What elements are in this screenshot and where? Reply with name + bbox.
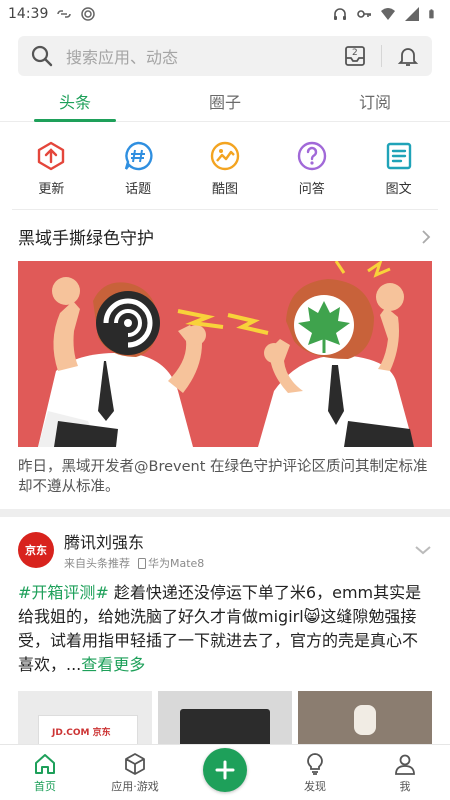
shortcut-update[interactable]: 更新 <box>16 140 86 197</box>
shortcut-article[interactable]: 图文 <box>364 140 434 197</box>
cube-icon <box>125 753 145 775</box>
headset-icon <box>334 8 346 20</box>
nav-label: 应用·游戏 <box>111 780 159 793</box>
post-image-text: JD.COM 京东 <box>52 728 111 738</box>
topic-hash-icon <box>125 141 153 171</box>
post-device-name: 华为Mate8 <box>148 557 205 570</box>
nav-label: 首页 <box>34 780 56 793</box>
publish-button[interactable] <box>203 748 247 792</box>
nav-me[interactable]: 我 <box>360 752 450 800</box>
search-bar[interactable]: 搜索应用、动态 2 <box>18 36 432 76</box>
search-icon <box>31 45 53 67</box>
nav-label: 我 <box>399 780 411 793</box>
plus-icon <box>215 760 235 780</box>
avatar-text: 京东 <box>25 544 47 557</box>
battery-icon <box>429 9 434 19</box>
post-hashtag[interactable]: #开箱评测# <box>18 583 109 602</box>
download-badge: 2 <box>352 48 358 58</box>
status-bar: 14:39 <box>0 0 450 28</box>
nav-discover[interactable]: 发现 <box>270 752 360 800</box>
banner-image[interactable] <box>18 261 432 447</box>
section-divider <box>0 509 450 517</box>
post-source: 来自头条推荐 <box>64 557 130 570</box>
banner-title: 黑域手撕绿色守护 <box>18 229 154 249</box>
tab-subscriptions[interactable]: 订阅 <box>300 80 450 121</box>
home-icon <box>35 754 55 774</box>
article-icon <box>386 142 411 170</box>
update-icon <box>38 141 65 171</box>
tab-circles[interactable]: 圈子 <box>150 80 300 121</box>
shortcut-label: 图文 <box>385 182 412 197</box>
gps-icon <box>81 7 96 21</box>
shortcut-label: 问答 <box>298 182 325 197</box>
banner-illustration <box>18 261 432 447</box>
signal-icon <box>405 7 419 21</box>
phone-icon <box>138 557 146 569</box>
post-device: 华为Mate8 <box>138 555 204 571</box>
question-icon <box>297 141 326 171</box>
search-input[interactable]: 搜索应用、动态 <box>66 44 343 68</box>
read-more-link[interactable]: 查看更多 <box>81 655 145 674</box>
post-body: #开箱评测# 趁着快递还没停运下单了米6，emm其实是给我姐的，给她洗脑了好久才… <box>18 581 432 677</box>
shortcut-row: 更新 话题 酷图 问答 图文 <box>0 122 450 209</box>
tab-headlines[interactable]: 头条 <box>0 80 150 122</box>
download-manager-button[interactable]: 2 <box>343 44 367 68</box>
bell-icon[interactable] <box>396 44 420 68</box>
bottom-nav: 首页 应用·游戏 发现 我 <box>0 744 450 800</box>
feed-post[interactable]: 京东 腾讯刘强东 来自头条推荐 华为Mate8 #开箱评测# 趁着快递还没停运下… <box>0 517 450 757</box>
bulb-icon <box>307 753 323 775</box>
wifi-icon <box>381 8 395 20</box>
nav-label: 发现 <box>304 780 326 793</box>
status-time: 14:39 <box>8 6 49 22</box>
banner-description: 昨日，黑域开发者@Brevent 在绿色守护评论区质问其制定标准却不遵从标准。 <box>18 459 428 495</box>
picture-icon <box>210 141 240 171</box>
nav-apps-games[interactable]: 应用·游戏 <box>90 752 180 800</box>
nav-home[interactable]: 首页 <box>0 752 90 800</box>
person-icon <box>395 754 415 775</box>
shortcut-picture[interactable]: 酷图 <box>190 140 260 197</box>
chevron-down-icon[interactable] <box>414 544 432 556</box>
shortcut-label: 话题 <box>125 182 152 197</box>
banner-card[interactable]: 黑域手撕绿色守护 昨日，黑域开发者@Brevent 在绿色守护评论区质问其制定标… <box>0 210 450 509</box>
shortcut-label: 更新 <box>38 182 65 197</box>
shortcut-topic[interactable]: 话题 <box>103 140 173 197</box>
link-icon <box>57 10 72 18</box>
avatar[interactable]: 京东 <box>18 532 54 568</box>
top-tabs: 头条 圈子 订阅 <box>0 80 450 122</box>
search-divider <box>381 45 382 67</box>
shortcut-qa[interactable]: 问答 <box>277 140 347 197</box>
post-author[interactable]: 腾讯刘强东 <box>64 529 414 553</box>
chevron-right-icon <box>422 229 431 244</box>
shortcut-label: 酷图 <box>211 182 238 197</box>
key-icon <box>357 10 371 18</box>
